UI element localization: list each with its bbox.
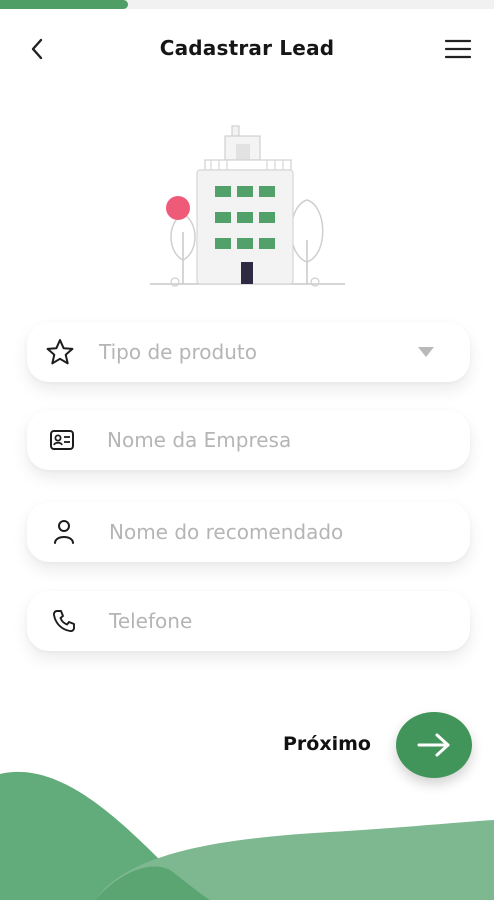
dropdown-caret-icon xyxy=(418,347,434,357)
company-name-field[interactable]: Nome da Empresa xyxy=(27,410,470,470)
building-illustration xyxy=(150,125,345,287)
progress-bar xyxy=(0,0,494,9)
phone-placeholder: Telefone xyxy=(109,609,193,633)
recommended-name-placeholder: Nome do recomendado xyxy=(109,520,344,544)
phone-field[interactable]: Telefone xyxy=(27,591,470,651)
next-label[interactable]: Próximo xyxy=(283,733,371,755)
page-title: Cadastrar Lead xyxy=(159,36,335,60)
company-name-placeholder: Nome da Empresa xyxy=(107,428,292,452)
recommended-name-field[interactable]: Nome do recomendado xyxy=(27,502,470,562)
progress-bar-fill xyxy=(0,0,129,9)
product-type-select[interactable]: Tipo de produto xyxy=(27,322,470,382)
menu-button[interactable] xyxy=(444,36,472,62)
decorative-hills xyxy=(0,771,494,900)
arrow-right-icon xyxy=(417,733,450,757)
app-header: Cadastrar Lead xyxy=(0,22,494,78)
id-card-icon xyxy=(49,429,75,451)
star-icon xyxy=(45,337,75,367)
hamburger-menu-icon xyxy=(444,39,472,59)
product-type-placeholder: Tipo de produto xyxy=(99,340,257,364)
phone-icon xyxy=(51,608,77,634)
user-icon xyxy=(53,519,75,545)
